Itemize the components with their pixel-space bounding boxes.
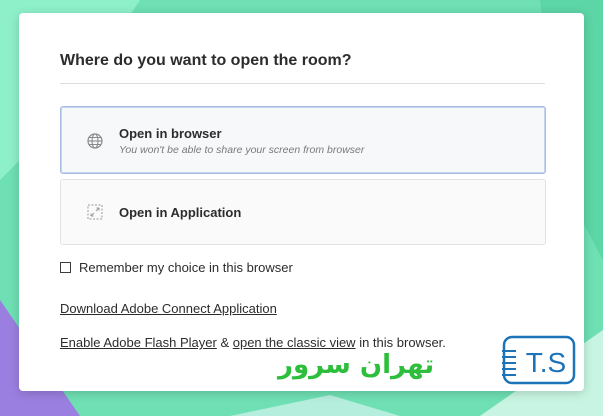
remember-checkbox[interactable] (60, 262, 71, 273)
watermark-farsi-text: تهران سرور (278, 350, 435, 380)
download-connect-link[interactable]: Download Adobe Connect Application (60, 301, 277, 316)
ts-logo-text: T.S (526, 347, 566, 378)
application-icon (87, 204, 103, 220)
dialog-title: Where do you want to open the room? (60, 52, 352, 69)
title-divider (60, 83, 545, 84)
enable-flash-link[interactable]: Enable Adobe Flash Player (60, 335, 217, 350)
open-in-application-label: Open in Application (119, 205, 242, 220)
remember-choice: Remember my choice in this browser (60, 260, 293, 275)
globe-icon (87, 133, 103, 149)
open-in-browser-label: Open in browser (119, 126, 222, 141)
ts-logo-icon: T.S (502, 335, 576, 385)
open-in-browser-sublabel: You won't be able to share your screen f… (119, 144, 365, 156)
watermark: تهران سرور T.S (270, 332, 580, 392)
open-in-browser-option[interactable]: Open in browser You won't be able to sha… (60, 106, 546, 174)
open-in-application-option[interactable]: Open in Application (60, 179, 546, 245)
remember-choice-label: Remember my choice in this browser (79, 260, 293, 275)
flash-connector: & (216, 335, 233, 350)
